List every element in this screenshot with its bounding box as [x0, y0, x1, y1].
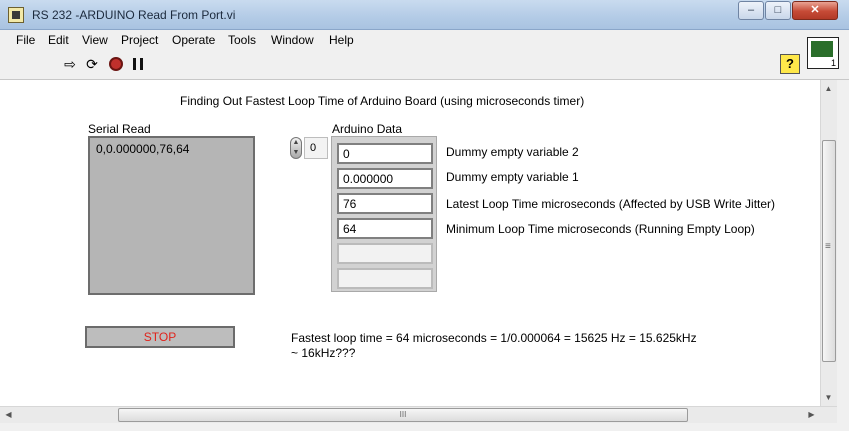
arduino-data-label: Arduino Data	[332, 122, 403, 136]
array-element: 0	[337, 143, 433, 164]
array-element-empty	[337, 268, 433, 289]
description-dummy-1: Dummy empty variable 1	[446, 170, 579, 184]
menu-edit[interactable]: Edit	[48, 33, 69, 47]
array-index-stepper[interactable]: ▲ ▼	[290, 137, 302, 159]
array-index-display[interactable]: 0	[304, 137, 328, 159]
menu-bar: File Edit View Project Operate Tools Win…	[0, 30, 849, 50]
toolbar: ⇨ ⟳ ?	[0, 50, 849, 80]
vi-connector-icon[interactable]: 1	[807, 37, 839, 69]
maximize-button[interactable]: □	[765, 1, 791, 20]
array-element: 64	[337, 218, 433, 239]
window-right-edge	[837, 80, 849, 431]
run-continuously-icon[interactable]: ⟳	[82, 54, 102, 74]
menu-file[interactable]: File	[16, 33, 35, 47]
result-line-2: ~ 16kHz???	[291, 346, 356, 360]
serial-read-label: Serial Read	[88, 122, 151, 136]
result-line-1: Fastest loop time = 64 microseconds = 1/…	[291, 331, 697, 345]
window-title: RS 232 -ARDUINO Read From Port.vi	[32, 8, 236, 22]
window-bottom-edge	[0, 423, 849, 431]
menu-tools[interactable]: Tools	[228, 33, 256, 47]
scroll-right-arrow-icon[interactable]: ▶	[803, 406, 820, 423]
scroll-left-arrow-icon[interactable]: ◀	[0, 406, 17, 423]
minimize-button[interactable]: –	[738, 1, 764, 20]
array-element: 76	[337, 193, 433, 214]
scroll-up-arrow-icon[interactable]: ▲	[820, 80, 837, 97]
run-arrow-icon[interactable]: ⇨	[60, 54, 80, 74]
title-bar: RS 232 -ARDUINO Read From Port.vi – □ ✕	[0, 0, 849, 30]
front-panel: Finding Out Fastest Loop Time of Arduino…	[0, 80, 820, 406]
pause-icon[interactable]	[128, 54, 148, 74]
arduino-data-array: 0 0.000000 76 64	[331, 136, 437, 292]
labview-vi-icon	[8, 7, 24, 23]
menu-project[interactable]: Project	[121, 33, 158, 47]
menu-help[interactable]: Help	[329, 33, 354, 47]
description-dummy-2: Dummy empty variable 2	[446, 145, 579, 159]
array-element: 0.000000	[337, 168, 433, 189]
description-latest-loop: Latest Loop Time microseconds (Affected …	[446, 197, 776, 211]
abort-execution-icon[interactable]	[106, 54, 126, 74]
vertical-scroll-thumb[interactable]: ≡	[822, 140, 836, 362]
menu-view[interactable]: View	[82, 33, 108, 47]
context-help-button[interactable]: ?	[780, 54, 800, 74]
description-minimum-loop: Minimum Loop Time microseconds (Running …	[446, 222, 755, 236]
menu-operate[interactable]: Operate	[172, 33, 215, 47]
horizontal-scroll-thumb[interactable]: III	[118, 408, 688, 422]
serial-read-indicator: 0,0.000000,76,64	[88, 136, 255, 295]
result-text: Fastest loop time = 64 microseconds = 1/…	[291, 331, 697, 361]
scroll-down-arrow-icon[interactable]: ▼	[820, 389, 837, 406]
close-button[interactable]: ✕	[792, 1, 838, 20]
array-element-empty	[337, 243, 433, 264]
stop-button[interactable]: STOP	[85, 326, 235, 348]
serial-read-value: 0,0.000000,76,64	[96, 142, 190, 156]
menu-window[interactable]: Window	[271, 33, 314, 47]
panel-heading: Finding Out Fastest Loop Time of Arduino…	[180, 94, 585, 108]
